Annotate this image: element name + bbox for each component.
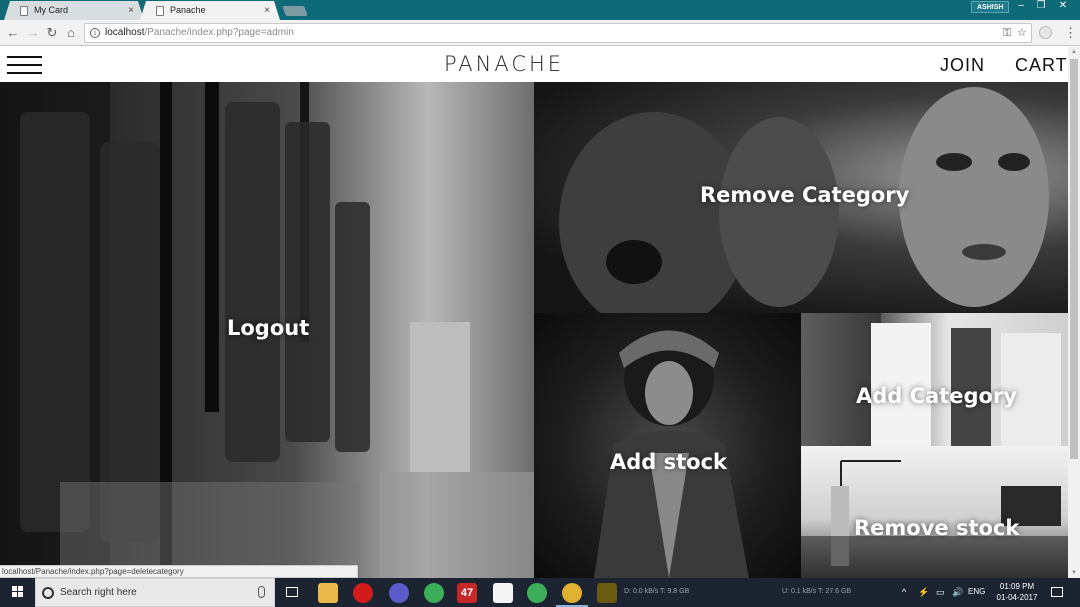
search-placeholder: Search right here xyxy=(60,587,137,598)
battery-icon[interactable]: ▭ xyxy=(936,587,945,598)
profile-button[interactable]: ASHISH xyxy=(971,1,1010,13)
browser-menu-icon[interactable]: ⋮ xyxy=(1064,25,1077,41)
task-view-icon[interactable] xyxy=(286,587,298,597)
net-upload-stat: U: 0.1 kB/s T: 27.6 GB xyxy=(782,588,852,595)
reload-button[interactable]: ↻ xyxy=(43,24,61,42)
tab-title: My Card xyxy=(34,5,69,15)
scroll-down-arrow-icon[interactable]: ▼ xyxy=(1071,570,1077,576)
home-button[interactable]: ⌂ xyxy=(62,24,80,42)
bookmark-star-icon[interactable]: ☆ xyxy=(1017,24,1027,42)
remove-category-label: Remove Category xyxy=(700,183,910,207)
address-bar[interactable]: i localhost/Panache/index.php?page=admin… xyxy=(84,23,1032,43)
info-icon[interactable]: i xyxy=(90,28,100,38)
net-download-stat: D: 0.0 kB/s T: 9.8 GB xyxy=(624,588,690,595)
system-clock[interactable]: 01:09 PM 01-04-2017 xyxy=(990,581,1044,603)
join-link[interactable]: JOIN xyxy=(940,55,985,76)
tab-my-card[interactable]: My Card × xyxy=(4,1,144,20)
remove-category-tile[interactable]: Remove Category xyxy=(534,82,1068,313)
scrollbar-thumb[interactable] xyxy=(1070,59,1078,459)
green-app-icon[interactable] xyxy=(424,583,444,603)
logout-label: Logout xyxy=(227,316,310,340)
add-category-tile[interactable]: Add Category xyxy=(801,313,1068,446)
badge-app-icon[interactable]: 47 xyxy=(457,583,477,603)
close-tab-icon[interactable]: × xyxy=(264,1,270,20)
logout-tile[interactable]: Logout xyxy=(0,82,534,578)
clock-date: 01-04-2017 xyxy=(996,593,1038,602)
notification-icon[interactable] xyxy=(1051,587,1063,597)
page-icon xyxy=(20,6,28,16)
search-icon xyxy=(42,587,54,599)
scroll-up-arrow-icon[interactable]: ▲ xyxy=(1071,49,1077,55)
extension-icon[interactable] xyxy=(1039,26,1052,39)
power-icon[interactable]: ⚡ xyxy=(918,587,929,598)
key-icon[interactable]: ⚿ xyxy=(1003,24,1011,42)
tab-panache[interactable]: Panache × xyxy=(140,1,280,20)
add-stock-tile[interactable]: Add stock xyxy=(534,313,801,578)
tab-title: Panache xyxy=(170,5,206,15)
close-window-button[interactable]: ✕ xyxy=(1052,0,1074,14)
back-button[interactable]: ← xyxy=(4,24,22,42)
windows-taskbar: Search right here 47 D: 0.0 kB/s T: 9.8 … xyxy=(0,578,1080,607)
green-app-icon-2[interactable] xyxy=(527,583,547,603)
add-category-label: Add Category xyxy=(856,384,1017,408)
page-icon xyxy=(156,6,164,16)
link-status-bubble: localhost/Panache/index.php?page=deletec… xyxy=(0,565,358,578)
browser-tab-strip: My Card × Panache × ASHISH – ❐ ✕ xyxy=(0,0,1080,20)
model-portrait-photo xyxy=(594,330,749,578)
browser-toolbar: ← → ↻ ⌂ i localhost/Panache/index.php?pa… xyxy=(0,20,1080,46)
language-indicator[interactable]: ENG xyxy=(968,587,985,596)
remove-stock-label: Remove stock xyxy=(854,516,1020,540)
wamp-icon[interactable] xyxy=(493,583,513,603)
site-header: PANACHE JOIN CART xyxy=(0,47,1068,82)
close-tab-icon[interactable]: × xyxy=(128,1,134,20)
page-scrollbar[interactable]: ▲ ▼ xyxy=(1068,47,1080,578)
restore-button[interactable]: ❐ xyxy=(1030,0,1052,14)
new-tab-button[interactable] xyxy=(282,6,308,16)
clothing-store-photo xyxy=(801,313,1061,446)
site-logo[interactable]: PANACHE xyxy=(0,52,1008,76)
clock-time: 01:09 PM xyxy=(999,582,1035,591)
microphone-icon[interactable] xyxy=(258,586,265,598)
chrome-icon[interactable] xyxy=(556,583,588,607)
fireworks-icon[interactable] xyxy=(597,583,617,603)
browser-app-icon[interactable] xyxy=(389,583,409,603)
volume-icon[interactable]: 🔊 xyxy=(952,587,963,598)
taskbar-search-box[interactable]: Search right here xyxy=(35,578,275,607)
url-path: /Panache/index.php?page=admin xyxy=(144,27,294,38)
tray-overflow-icon[interactable]: ^ xyxy=(902,587,906,597)
showroom-photo xyxy=(801,460,1068,578)
opera-icon[interactable] xyxy=(353,583,373,603)
url-host: localhost xyxy=(105,27,145,38)
forward-button[interactable]: → xyxy=(24,24,42,42)
file-explorer-icon[interactable] xyxy=(318,583,338,603)
remove-stock-tile[interactable]: Remove stock xyxy=(801,446,1068,578)
add-stock-label: Add stock xyxy=(610,450,728,474)
minimize-button[interactable]: – xyxy=(1010,0,1032,14)
cart-link[interactable]: CART xyxy=(1015,55,1068,76)
windows-start-icon[interactable] xyxy=(12,586,24,598)
